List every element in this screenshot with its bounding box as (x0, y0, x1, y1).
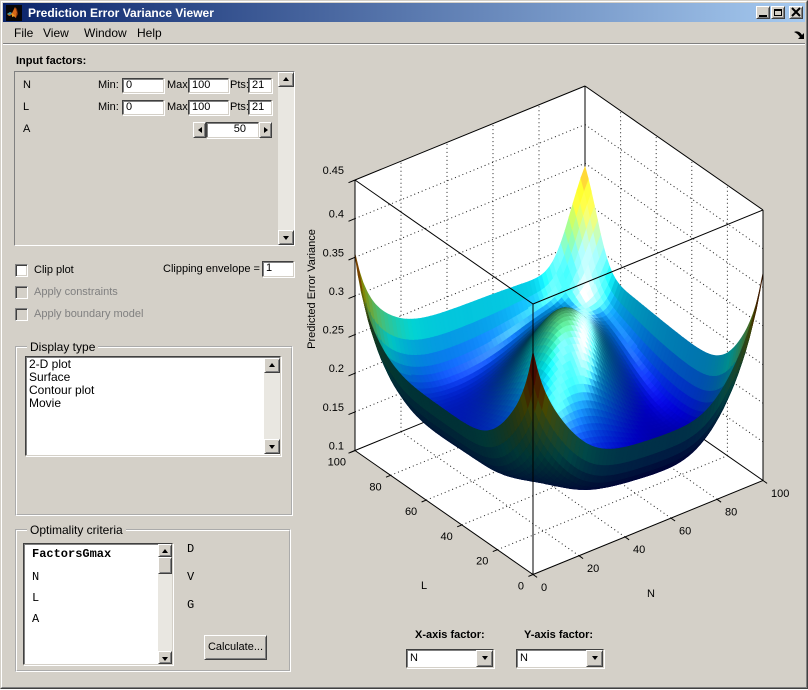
svg-text:0: 0 (541, 582, 547, 594)
svg-text:80: 80 (369, 481, 381, 493)
svg-text:60: 60 (405, 506, 417, 518)
svg-text:Predicted Error Variance: Predicted Error Variance (306, 229, 318, 349)
svg-text:0.25: 0.25 (323, 325, 344, 337)
svg-text:80: 80 (725, 507, 737, 519)
svg-text:0.45: 0.45 (323, 165, 344, 177)
svg-text:0.3: 0.3 (329, 286, 344, 298)
svg-text:0.15: 0.15 (323, 402, 344, 414)
svg-text:100: 100 (771, 488, 789, 500)
svg-text:0.1: 0.1 (329, 441, 344, 453)
svg-text:0.35: 0.35 (323, 247, 344, 259)
svg-text:40: 40 (441, 531, 453, 543)
svg-text:40: 40 (633, 544, 645, 556)
svg-text:20: 20 (587, 563, 599, 575)
svg-text:L: L (421, 580, 427, 592)
svg-text:0.4: 0.4 (329, 209, 344, 221)
svg-text:0: 0 (518, 581, 524, 593)
svg-text:60: 60 (679, 525, 691, 537)
svg-text:N: N (647, 588, 655, 600)
svg-text:0.2: 0.2 (329, 363, 344, 375)
svg-text:20: 20 (476, 556, 488, 568)
svg-text:100: 100 (328, 457, 346, 469)
